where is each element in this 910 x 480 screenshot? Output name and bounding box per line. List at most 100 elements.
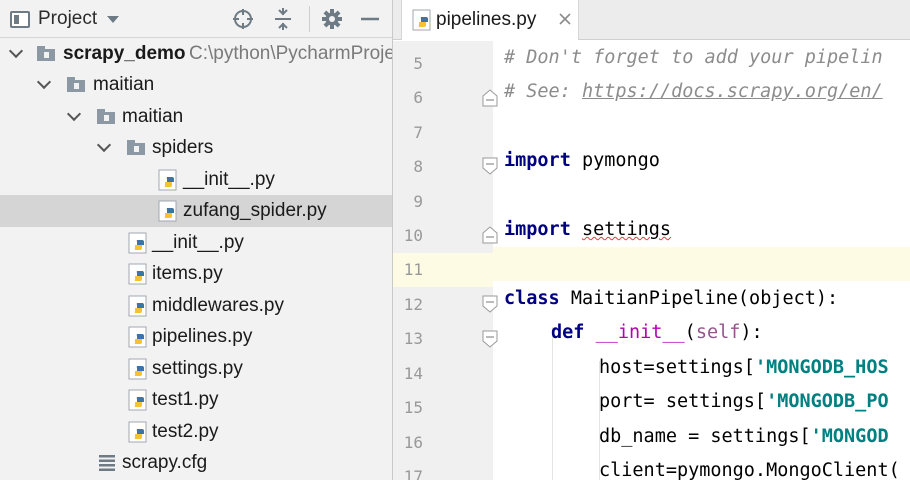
line-number: 13 [403, 329, 423, 348]
code-line-17: client=pymongo.MongoClient( [493, 454, 910, 480]
line-number: 14 [403, 364, 423, 383]
gear-icon [322, 9, 342, 29]
tree-item-spiders[interactable]: spiders [0, 132, 392, 164]
python-file-icon [128, 232, 147, 254]
tree-item-label: settings.py [152, 358, 243, 379]
chevron-down-icon[interactable] [8, 43, 24, 59]
tab-pipelines-py[interactable]: pipelines.py [401, 0, 579, 41]
tree-item-test1-py[interactable]: test1.py [0, 384, 392, 416]
tree-item-label: zufang_spider.py [183, 200, 327, 221]
folder-icon [67, 77, 85, 92]
tree-item-label: test2.py [152, 421, 219, 442]
code-string: 'MONGOD [810, 426, 889, 447]
collapse-all-button[interactable] [271, 7, 295, 31]
line-number: 6 [413, 88, 423, 107]
line-number: 11 [403, 260, 423, 279]
chevron-down-icon[interactable] [66, 106, 82, 122]
code-text: client=pymongo.MongoClient( [599, 460, 900, 480]
tab-label: pipelines.py [436, 9, 537, 30]
line-number: 10 [403, 226, 423, 245]
tree-item-settings-py[interactable]: settings.py [0, 353, 392, 385]
minimize-icon [361, 17, 379, 21]
close-icon[interactable] [558, 12, 572, 26]
python-file-icon [128, 295, 147, 317]
folder-icon [37, 46, 55, 61]
chevron-down-icon [107, 15, 120, 23]
code-self: self [695, 322, 741, 343]
code-line-15: port= settings['MONGODB_PO [493, 385, 910, 419]
code-text: port= settings[ [599, 391, 767, 412]
code-line-11-current [493, 247, 910, 281]
line-number: 15 [403, 398, 423, 417]
editor-gutter: 5 6 7 8 9 10 11 12 13 14 15 16 17 [393, 41, 498, 480]
code-text: ( [684, 322, 696, 343]
python-file-icon [128, 263, 147, 285]
code-area[interactable]: # Don't forget to add your pipelin # See… [493, 41, 910, 480]
code-text: (object): [737, 288, 839, 309]
chevron-down-icon[interactable] [96, 137, 112, 153]
project-path: C:\python\PycharmProje [189, 43, 392, 64]
package-icon [127, 140, 145, 155]
code-line-10: import settings [493, 213, 910, 247]
tree-item-label: maitian [122, 106, 184, 127]
tree-item-label: scrapy.cfg [122, 452, 208, 473]
tree-item-label: test1.py [152, 389, 219, 410]
tree-item-maitian[interactable]: maitian [0, 69, 392, 101]
line-number: 9 [413, 192, 423, 211]
project-tool-window: Project scrapy_demo C:\python\PycharmPro… [0, 0, 392, 480]
locate-file-button[interactable] [231, 7, 255, 31]
code-keyword: def [551, 322, 585, 343]
code-text: host=settings[ [599, 357, 755, 378]
chevron-down-icon[interactable] [36, 74, 52, 90]
code-line-8: import pymongo [493, 144, 910, 178]
hide-panel-button[interactable] [358, 7, 382, 31]
python-file-icon [158, 200, 177, 222]
line-number: 8 [413, 157, 423, 176]
code-keyword: import [504, 219, 571, 240]
code-line-6: # See: https://docs.scrapy.org/en/ [493, 75, 910, 109]
code-link[interactable]: https://docs.scrapy.org/en/ [582, 81, 883, 102]
project-title: Project [38, 8, 98, 29]
python-file-icon [128, 326, 147, 348]
code-comment: # Don't forget to add your pipelin [504, 47, 883, 68]
code-text: db_name = settings[ [599, 426, 811, 447]
code-identifier-unresolved: settings [581, 219, 672, 240]
package-icon [97, 109, 115, 124]
line-number: 7 [413, 123, 423, 142]
code-string: 'MONGODB_PO [766, 391, 889, 412]
code-text: ): [740, 322, 763, 343]
editor-tab-bar: pipelines.py [393, 0, 910, 41]
python-file-icon [412, 9, 431, 31]
project-view-selector[interactable]: Project [10, 6, 120, 32]
code-line-14: host=settings['MONGODB_HOS [493, 351, 910, 385]
tree-item-label: scrapy_demo [63, 43, 186, 64]
project-header: Project [0, 0, 392, 38]
code-keyword: class [504, 288, 560, 309]
header-separator [309, 6, 310, 32]
tree-item-scrapy-demo[interactable]: scrapy_demo C:\python\PycharmProje [0, 38, 392, 70]
code-line-13: def __init__(self): [493, 316, 910, 350]
line-number: 17 [403, 467, 423, 480]
tree-item-items-py[interactable]: items.py [0, 258, 392, 290]
tree-item-scrapy-cfg[interactable]: scrapy.cfg [0, 447, 392, 479]
line-number: 12 [403, 295, 423, 314]
python-file-icon [128, 389, 147, 411]
tree-item-label: spiders [152, 137, 214, 158]
project-panel-icon [10, 10, 30, 28]
tree-item-middlewares-py[interactable]: middlewares.py [0, 290, 392, 322]
tree-item-spiders-init-py[interactable]: __init__.py [0, 164, 392, 196]
tree-item-label: middlewares.py [152, 295, 284, 316]
tree-item-zufang-spider-py[interactable]: zufang_spider.py [0, 195, 392, 227]
tree-item-pipelines-py[interactable]: pipelines.py [0, 321, 392, 353]
tree-item-init-py[interactable]: __init__.py [0, 227, 392, 259]
code-magic-method: __init__ [595, 322, 685, 343]
tree-item-test2-py[interactable]: test2.py [0, 416, 392, 448]
code-comment: # See: [504, 81, 582, 102]
python-file-icon [158, 169, 177, 191]
tree-item-label: __init__.py [152, 232, 244, 253]
settings-button[interactable] [320, 7, 344, 31]
tree-item-maitian-package[interactable]: maitian [0, 101, 392, 133]
code-class-name: MaitianPipeline [559, 288, 738, 309]
